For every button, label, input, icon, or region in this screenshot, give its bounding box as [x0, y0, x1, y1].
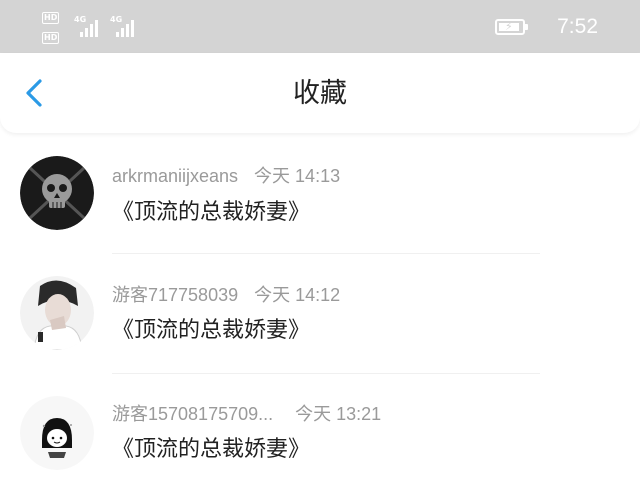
page-header: 收藏 — [0, 53, 640, 133]
battery-charging-icon: ⚡ — [495, 19, 528, 35]
item-meta: arkrmaniijxeans 今天 14:13 — [112, 165, 340, 187]
timestamp: 今天 14:13 — [254, 166, 341, 186]
favorite-title: 《顶流的总裁娇妻》 — [112, 200, 311, 225]
list-item[interactable]: arkrmaniijxeans 今天 14:13 《顶流的总裁娇妻》 — [0, 136, 640, 254]
photo-avatar — [20, 276, 94, 350]
status-time: 7:52 — [557, 15, 598, 38]
list-item[interactable]: 游客15708175709... 今天 13:21 《顶流的总裁娇妻》 — [0, 374, 640, 489]
timestamp: 今天 13:21 — [295, 404, 382, 424]
signal-4g-icon: 4G — [74, 15, 98, 37]
username: 游客15708175709... — [112, 404, 274, 424]
hd-icon-secondary: HD — [42, 32, 60, 44]
timestamp: 今天 14:12 — [254, 285, 341, 305]
status-bar: HD HD 4G 4G ⚡ 7:52 — [0, 0, 640, 53]
signal-label: 4G — [110, 15, 123, 24]
item-meta: 游客717758039 今天 14:12 — [112, 284, 340, 306]
list-item[interactable]: 游客717758039 今天 14:12 《顶流的总裁娇妻》 — [0, 254, 640, 374]
status-left-group: HD HD 4G 4G — [42, 11, 152, 45]
cartoon-girl-avatar — [20, 396, 94, 470]
favorite-title: 《顶流的总裁娇妻》 — [112, 437, 311, 462]
username: 游客717758039 — [112, 285, 239, 305]
hd-icon: HD — [42, 12, 60, 24]
skull-avatar — [20, 156, 94, 230]
item-meta: 游客15708175709... 今天 13:21 — [112, 403, 381, 425]
username: arkrmaniijxeans — [112, 166, 239, 186]
signal-4g-icon-secondary: 4G — [110, 15, 134, 37]
page-title: 收藏 — [293, 78, 347, 109]
signal-label: 4G — [74, 15, 87, 24]
favorite-title: 《顶流的总裁娇妻》 — [112, 318, 311, 343]
